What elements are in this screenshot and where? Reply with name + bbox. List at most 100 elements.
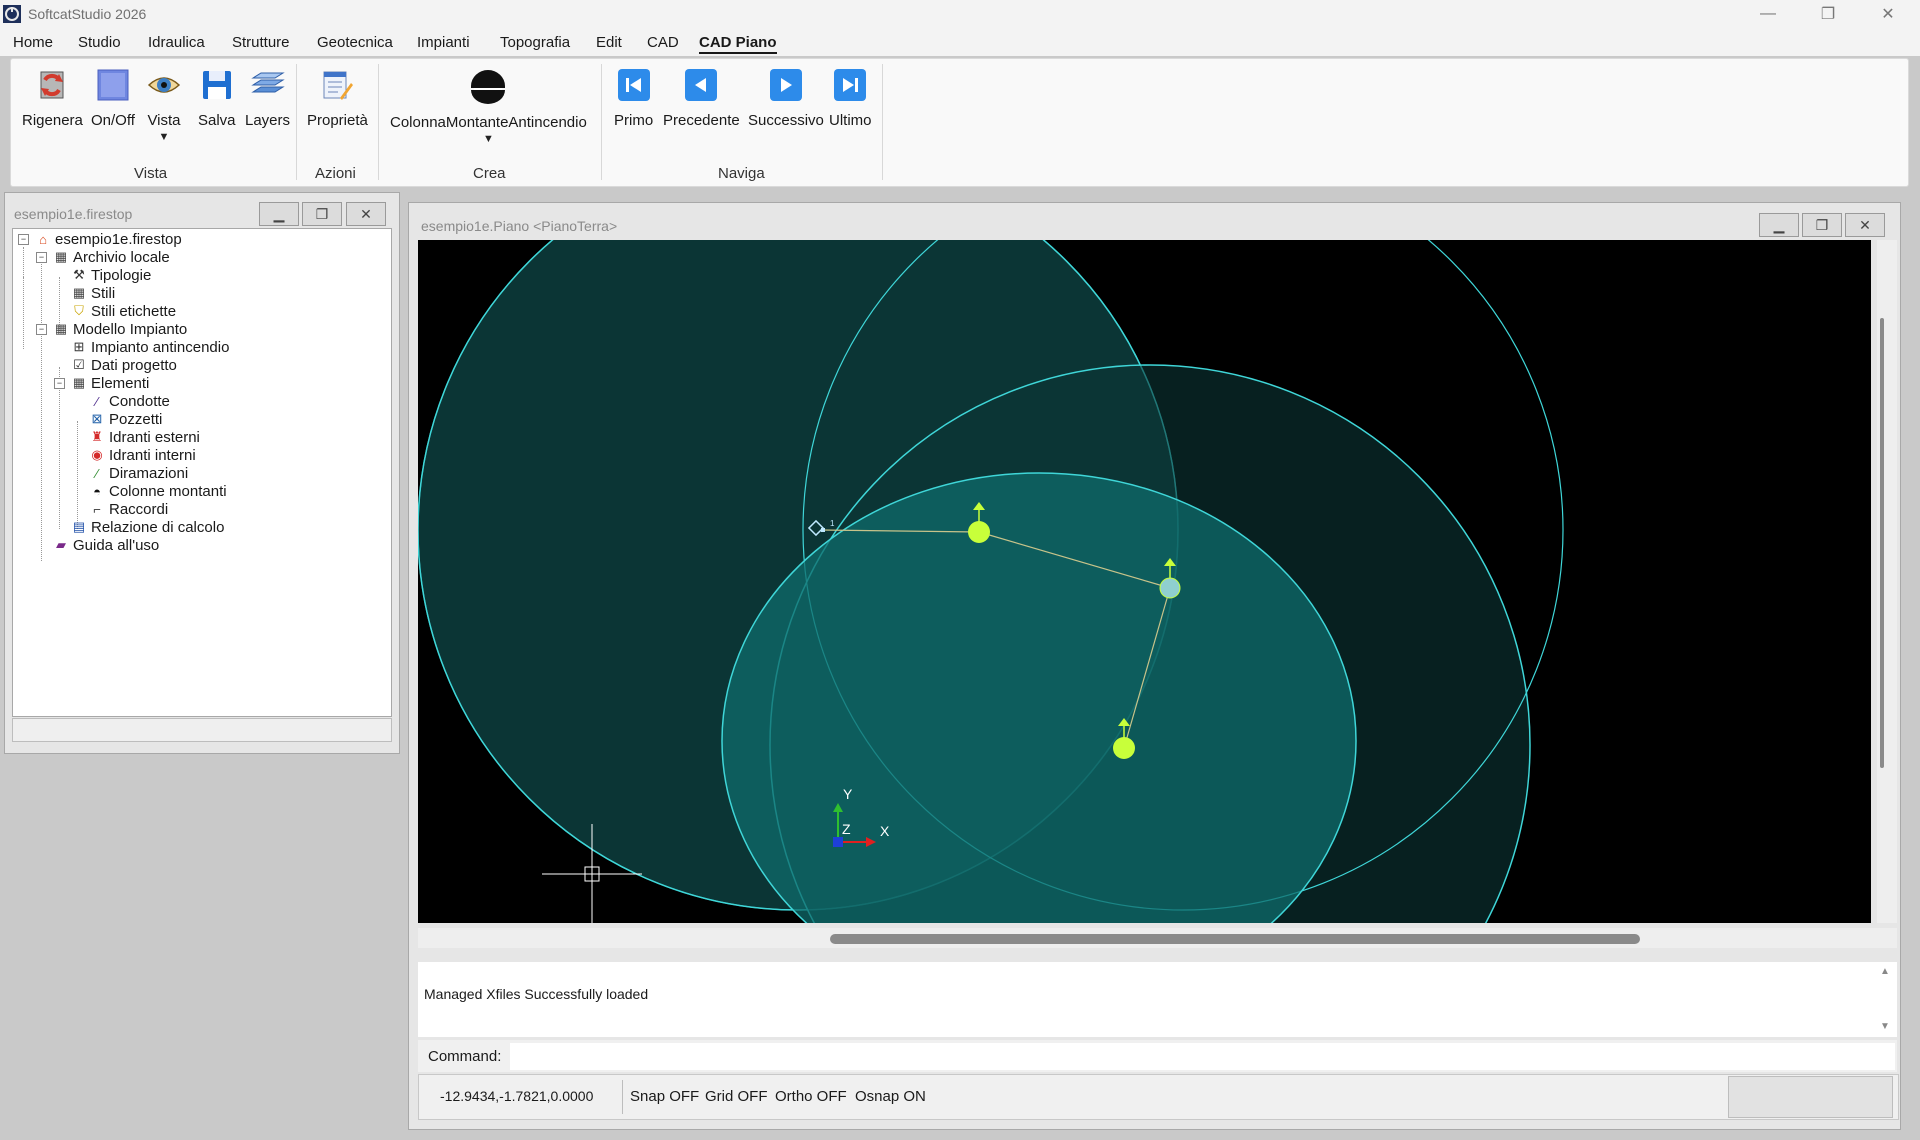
tree-node-label: Diramazioni xyxy=(109,464,189,482)
minimize-button[interactable]: — xyxy=(1745,0,1791,28)
tree-node-guida[interactable]: ▰ Guida all'uso xyxy=(53,535,159,555)
rigenera-button[interactable]: Rigenera xyxy=(22,68,83,129)
tree-connector xyxy=(23,247,24,279)
primo-button[interactable]: Primo xyxy=(614,68,653,129)
menu-cad[interactable]: CAD xyxy=(647,34,679,51)
properties-icon xyxy=(323,71,354,100)
project-tree: − ⌂ esempio1e.firestop − ▦ Archivio loca… xyxy=(12,228,392,717)
tree-node-dati-progetto[interactable]: ☑ Dati progetto xyxy=(71,355,177,375)
tree-collapse-toggle[interactable]: − xyxy=(36,324,47,335)
app-logo-icon xyxy=(3,5,21,23)
menu-impianti[interactable]: Impianti xyxy=(417,34,470,51)
proprieta-label: Proprietà xyxy=(307,112,368,129)
tree-node-label: Condotte xyxy=(109,392,170,410)
styles-icon: ▦ xyxy=(72,285,86,300)
first-record-icon xyxy=(617,69,650,101)
tree-node-tipologie[interactable]: ⚒ Tipologie xyxy=(71,265,151,285)
minimize-icon: ▁ xyxy=(273,205,285,222)
scroll-up-icon[interactable]: ▲ xyxy=(1880,966,1890,977)
ribbon xyxy=(10,58,1909,187)
salva-button[interactable]: Salva xyxy=(198,68,236,129)
restore-button[interactable]: ❐ xyxy=(1805,0,1851,28)
tree-node-relazione-calcolo[interactable]: ▤ Relazione di calcolo xyxy=(71,517,225,537)
close-icon: ✕ xyxy=(360,205,372,222)
previous-record-icon xyxy=(685,69,718,101)
tree-connector xyxy=(41,259,42,561)
close-button[interactable]: ✕ xyxy=(1865,0,1911,28)
restore-icon: ❐ xyxy=(1815,216,1829,233)
tree-node-label: Tipologie xyxy=(91,266,152,284)
cad-viewport[interactable]: 1 Y X Z xyxy=(418,240,1871,923)
title-bar xyxy=(0,0,1920,28)
cad-restore-button[interactable]: ❐ xyxy=(1802,213,1842,237)
tree-collapse-toggle[interactable]: − xyxy=(54,378,65,389)
group-label-azioni: Azioni xyxy=(315,165,356,182)
successivo-button[interactable]: Successivo xyxy=(748,68,824,129)
osnap-toggle[interactable]: Osnap ON xyxy=(855,1088,926,1105)
elements-icon: ▦ xyxy=(72,375,86,390)
close-icon: ✕ xyxy=(1859,216,1871,233)
tree-collapse-toggle[interactable]: − xyxy=(18,234,29,245)
tree-restore-button[interactable]: ❐ xyxy=(302,202,342,226)
onoff-button[interactable]: On/Off xyxy=(91,68,135,129)
cursor-coordinates: -12.9434,-1.7821,0.0000 xyxy=(440,1088,594,1104)
layers-icon xyxy=(250,72,285,93)
proprieta-button[interactable]: Proprietà xyxy=(307,68,368,129)
menu-cad-piano[interactable]: CAD Piano xyxy=(699,34,777,54)
cad-window-title: esempio1e.Piano <PianoTerra> xyxy=(421,218,618,234)
command-input[interactable] xyxy=(510,1043,1895,1070)
menu-home[interactable]: Home xyxy=(13,34,53,51)
ultimo-label: Ultimo xyxy=(829,112,872,129)
tree-node-label: Idranti interni xyxy=(109,446,196,464)
tree-minimize-button[interactable]: ▁ xyxy=(259,202,299,226)
tree-node-archivio-locale[interactable]: ▦ Archivio locale xyxy=(53,247,170,267)
layers-label: Layers xyxy=(245,112,291,129)
tree-node-pozzetti[interactable]: ⊠ Pozzetti xyxy=(89,409,163,429)
tree-node-label: Relazione di calcolo xyxy=(91,518,225,536)
last-record-icon xyxy=(834,69,867,101)
tree-node-impianto-antincendio[interactable]: ⊞ Impianto antincendio xyxy=(71,337,230,357)
precedente-button[interactable]: Precedente xyxy=(663,68,740,129)
snap-toggle[interactable]: Snap OFF xyxy=(630,1088,699,1105)
tree-node-label: esempio1e.firestop xyxy=(55,230,182,248)
tree-node-elementi[interactable]: ▦ Elementi xyxy=(71,373,150,393)
vista-label: Vista xyxy=(147,112,181,129)
layers-button[interactable]: Layers xyxy=(245,68,290,129)
manhole-icon: ⊠ xyxy=(91,411,103,426)
ortho-toggle[interactable]: Ortho OFF xyxy=(775,1088,847,1105)
tree-node-idranti-esterni[interactable]: ♜ Idranti esterni xyxy=(89,427,200,447)
tree-node-root[interactable]: ⌂ esempio1e.firestop xyxy=(35,229,182,249)
tree-node-idranti-interni[interactable]: ◉ Idranti interni xyxy=(89,445,196,465)
tree-node-colonne-montanti[interactable]: ◓ Colonne montanti xyxy=(89,481,227,501)
tree-node-stili-etichette[interactable]: ⛉ Stili etichette xyxy=(71,301,176,321)
ultimo-button[interactable]: Ultimo xyxy=(829,68,872,129)
tree-node-diramazioni[interactable]: ⁄ Diramazioni xyxy=(89,463,188,483)
menu-strutture[interactable]: Strutture xyxy=(232,34,290,51)
horizontal-scroll-thumb[interactable] xyxy=(830,934,1640,944)
tree-node-stili[interactable]: ▦ Stili xyxy=(71,283,115,303)
menu-edit[interactable]: Edit xyxy=(596,34,622,51)
menu-topografia[interactable]: Topografia xyxy=(500,34,570,51)
menu-idraulica[interactable]: Idraulica xyxy=(148,34,205,51)
grid-toggle[interactable]: Grid OFF xyxy=(705,1088,768,1105)
fitting-icon: ⌐ xyxy=(93,501,101,517)
vertical-scroll-thumb[interactable] xyxy=(1880,318,1884,768)
menu-geotecnica[interactable]: Geotecnica xyxy=(317,34,393,51)
cad-minimize-button[interactable]: ▁ xyxy=(1759,213,1799,237)
scroll-down-icon[interactable]: ▼ xyxy=(1880,1021,1890,1032)
cad-drawing[interactable]: 1 Y X Z xyxy=(418,240,1871,923)
colonna-montante-button[interactable]: ColonnaMontanteAntincendio ▼ xyxy=(390,68,587,145)
tree-node-condotte[interactable]: ⁄ Condotte xyxy=(89,391,170,411)
tree-node-raccordi[interactable]: ⌐ Raccordi xyxy=(89,499,168,519)
node-label: 1 xyxy=(830,519,835,528)
cad-close-button[interactable]: ✕ xyxy=(1845,213,1885,237)
tree-window-title: esempio1e.firestop xyxy=(14,206,133,222)
menu-studio[interactable]: Studio xyxy=(78,34,121,51)
tree-node-modello-impianto[interactable]: ▦ Modello Impianto xyxy=(53,319,187,339)
console-scrollbar[interactable]: ▲ ▼ xyxy=(1873,962,1897,1037)
restore-icon: ❐ xyxy=(1820,6,1836,23)
tree-close-button[interactable]: ✕ xyxy=(346,202,386,226)
tree-collapse-toggle[interactable]: − xyxy=(36,252,47,263)
status-separator xyxy=(622,1080,623,1114)
vista-button[interactable]: Vista ▼ xyxy=(147,68,181,143)
